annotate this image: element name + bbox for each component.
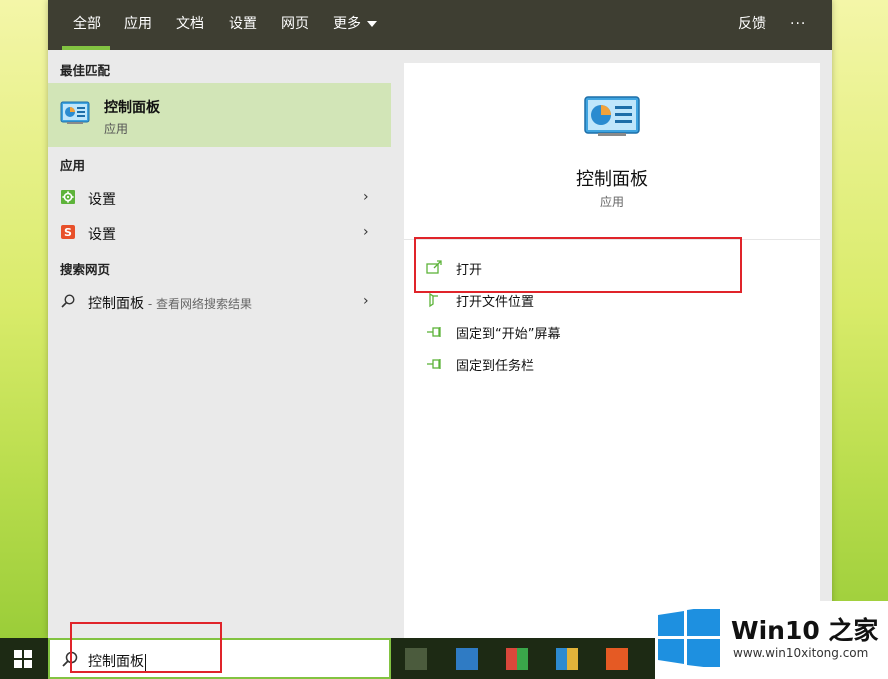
chevron-right-icon[interactable]: › — [363, 293, 369, 309]
best-match-title: 控制面板 — [104, 100, 160, 116]
taskbar-app-icon[interactable] — [506, 648, 528, 670]
svg-text:S: S — [64, 226, 72, 239]
app-result-label: 设置 — [88, 192, 116, 208]
tab-apps[interactable]: 应用 — [124, 15, 152, 33]
s-app-icon: S — [61, 225, 75, 239]
taskbar-app-icon[interactable] — [606, 648, 628, 670]
feedback-button[interactable]: 反馈 — [738, 15, 766, 33]
best-match-item[interactable]: 控制面板 应用 — [48, 83, 391, 147]
search-icon — [61, 294, 75, 308]
tab-documents[interactable]: 文档 — [176, 15, 204, 33]
chevron-right-icon[interactable]: › — [363, 224, 369, 240]
control-panel-icon — [584, 96, 640, 136]
pin-to-start-action[interactable]: 固定到“开始”屏幕 — [426, 321, 806, 345]
file-location-icon — [429, 292, 438, 308]
tab-web[interactable]: 网页 — [281, 15, 309, 33]
tab-settings[interactable]: 设置 — [229, 15, 257, 33]
web-search-query: 控制面板 — [88, 296, 144, 312]
watermark-url: www.win10xitong.com — [733, 646, 869, 660]
tab-more[interactable]: 更多 — [333, 15, 361, 33]
pin-icon — [427, 359, 441, 369]
app-result-settings-1[interactable]: 设置 › — [48, 181, 391, 215]
preview-subtitle: 应用 — [599, 195, 624, 209]
web-search-result[interactable]: 控制面板 - 查看网络搜索结果 › — [48, 285, 391, 319]
windows-start-icon[interactable] — [14, 650, 32, 668]
pin-to-taskbar-label: 固定到任务栏 — [456, 359, 535, 374]
watermark: Win10 之家 www.win10xitong.com — [655, 601, 888, 679]
taskbar-app-icon[interactable] — [405, 648, 427, 670]
filter-tab-bar: 全部 应用 文档 设置 网页 更多 反馈 ··· — [48, 0, 832, 50]
apps-heading: 应用 — [60, 158, 86, 173]
web-search-suffix: - 查看网络搜索结果 — [144, 297, 252, 311]
chevron-down-icon[interactable] — [367, 21, 377, 27]
watermark-brand: Win10 之家 — [731, 616, 879, 645]
open-file-location-label: 打开文件位置 — [456, 295, 535, 310]
highlight-search-box — [70, 622, 222, 673]
web-search-label: 控制面板 - 查看网络搜索结果 — [88, 293, 252, 313]
settings-gear-icon — [61, 190, 75, 204]
start-search-panel: 全部 应用 文档 设置 网页 更多 反馈 ··· 最佳匹配 控制面板 应用 应用… — [48, 0, 832, 638]
preview-pane: 控制面板 应用 打开 打开文件位置 固定到“开始”屏幕 固定到任务栏 — [404, 63, 820, 638]
pin-to-start-label: 固定到“开始”屏幕 — [456, 327, 561, 342]
web-search-heading: 搜索网页 — [60, 262, 111, 277]
more-options-button[interactable]: ··· — [790, 15, 806, 33]
pin-to-taskbar-action[interactable]: 固定到任务栏 — [426, 353, 806, 377]
windows-logo-icon — [658, 609, 720, 667]
taskbar-app-icon[interactable] — [456, 648, 478, 670]
tab-all[interactable]: 全部 — [73, 15, 101, 33]
taskbar-app-icon[interactable] — [556, 648, 578, 670]
pin-icon — [427, 327, 441, 337]
preview-title: 控制面板 — [576, 169, 648, 190]
best-match-subtitle: 应用 — [104, 122, 129, 136]
best-match-heading: 最佳匹配 — [60, 63, 111, 78]
results-list: 最佳匹配 控制面板 应用 应用 设置 › S 设置 › 搜索网页 控制面板 - … — [48, 50, 404, 638]
app-result-settings-2[interactable]: S 设置 › — [48, 216, 391, 250]
app-result-label: 设置 — [88, 227, 116, 243]
chevron-right-icon[interactable]: › — [363, 189, 369, 205]
highlight-open-box — [414, 237, 742, 293]
control-panel-icon — [60, 101, 90, 124]
